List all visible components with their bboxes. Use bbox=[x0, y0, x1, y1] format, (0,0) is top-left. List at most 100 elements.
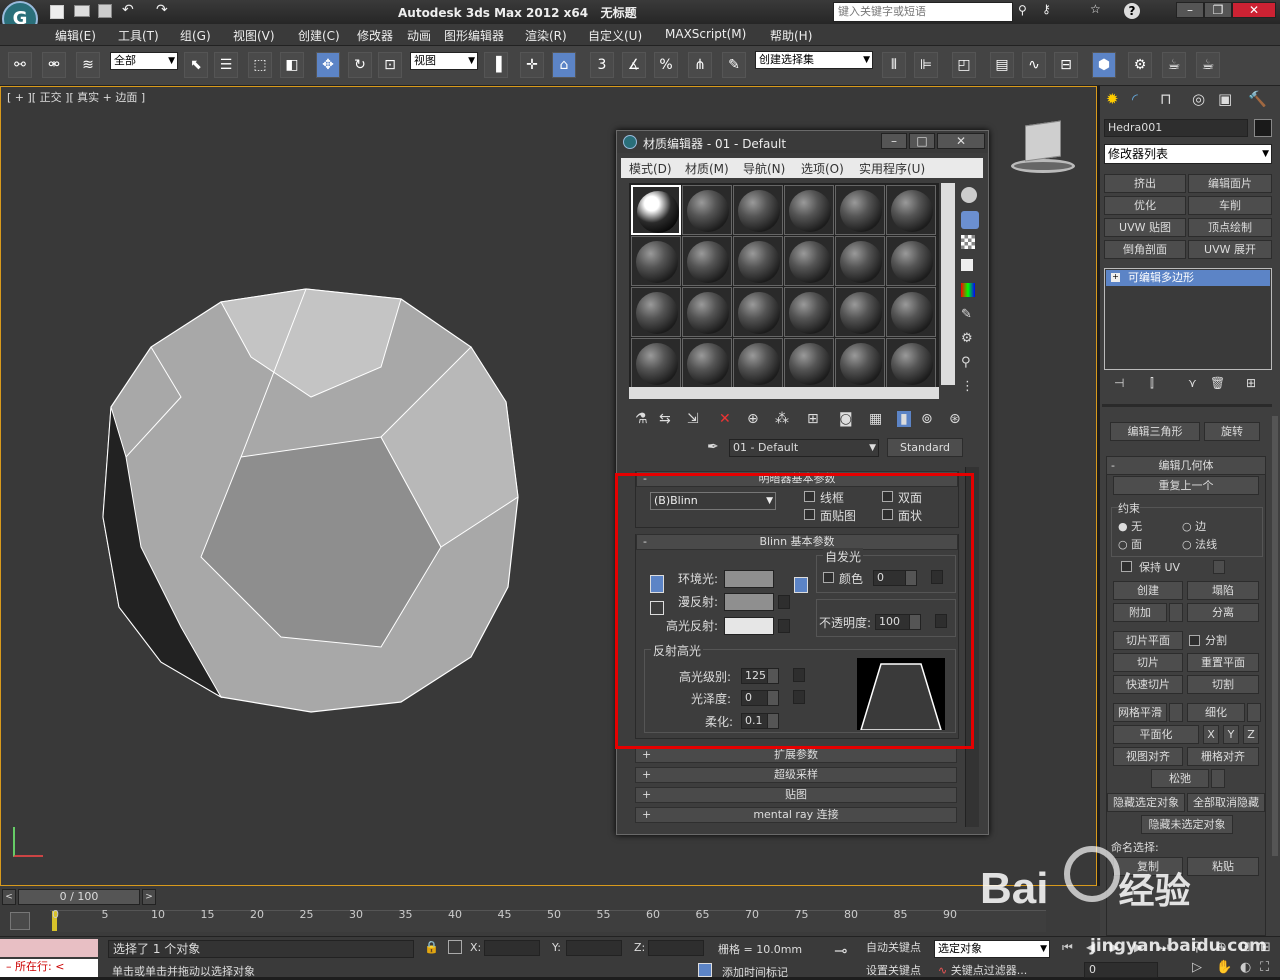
planar-z-button[interactable]: Z bbox=[1243, 725, 1259, 744]
mated-titlebar[interactable]: 材质编辑器 - 01 - Default – □ ✕ bbox=[617, 131, 988, 153]
shader-rollout-header[interactable]: - 明暗器基本参数 bbox=[636, 471, 958, 487]
angle-snap-icon[interactable]: ∡ bbox=[622, 52, 646, 78]
minimize-button[interactable]: – bbox=[1176, 2, 1204, 18]
mated-menu-utilities[interactable]: 实用程序(U) bbox=[859, 160, 925, 177]
link-icon[interactable]: ⚯ bbox=[8, 52, 32, 78]
attach-list-button[interactable] bbox=[1169, 603, 1183, 622]
mated-maximize-button[interactable]: □ bbox=[909, 133, 935, 149]
maxscript-listener[interactable] bbox=[0, 939, 98, 957]
collapse-button[interactable]: 塌陷 bbox=[1187, 581, 1259, 600]
material-map-navigator-icon[interactable]: ⋮ bbox=[961, 379, 974, 394]
planar-y-button[interactable]: Y bbox=[1223, 725, 1239, 744]
make-preview-icon[interactable]: ✎ bbox=[961, 307, 972, 322]
video-color-check-icon[interactable] bbox=[961, 283, 975, 297]
planar-x-button[interactable]: X bbox=[1203, 725, 1219, 744]
get-material-icon[interactable]: ⚗ bbox=[635, 411, 648, 427]
material-editor-window[interactable]: 材质编辑器 - 01 - Default – □ ✕ 模式(D) 材质(M) 导… bbox=[616, 130, 989, 835]
key-icon[interactable]: ⚷ bbox=[1042, 2, 1051, 16]
lock-ambient-diffuse-icon[interactable] bbox=[650, 575, 664, 593]
vertex-paint-button[interactable]: 顶点绘制 bbox=[1188, 218, 1272, 237]
menu-group[interactable]: 组(G) bbox=[180, 27, 211, 44]
relax-button[interactable]: 松弛 bbox=[1151, 769, 1209, 788]
lock-map-icon[interactable] bbox=[794, 577, 808, 593]
align-icon[interactable]: ⊫ bbox=[914, 52, 938, 78]
eyedropper-icon[interactable]: ✒ bbox=[707, 439, 719, 455]
unhide-all-button[interactable]: 全部取消隐藏 bbox=[1187, 793, 1265, 812]
sample-type-icon[interactable] bbox=[961, 187, 977, 203]
hide-selected-button[interactable]: 隐藏选定对象 bbox=[1107, 793, 1185, 812]
preserve-uv-checkbox[interactable] bbox=[1121, 561, 1132, 572]
bind-spacewarp-icon[interactable]: ≋ bbox=[76, 52, 100, 78]
make-unique-stack-icon[interactable]: ⋎ bbox=[1188, 376, 1197, 390]
menu-create[interactable]: 创建(C) bbox=[298, 27, 340, 44]
diffuse-color-swatch[interactable] bbox=[724, 593, 774, 611]
glossiness-map-button[interactable] bbox=[793, 690, 805, 704]
specular-map-button[interactable] bbox=[778, 619, 790, 633]
slice-button[interactable]: 切片 bbox=[1113, 653, 1183, 672]
rotate-icon[interactable]: ↻ bbox=[348, 52, 372, 78]
menu-maxscript[interactable]: MAXScript(M) bbox=[665, 27, 746, 41]
put-to-scene-icon[interactable]: ⇆ bbox=[659, 411, 671, 427]
make-unique-icon[interactable]: ⁂ bbox=[775, 411, 789, 427]
unwrap-uvw-button[interactable]: UVW 展开 bbox=[1188, 240, 1272, 259]
unlink-icon[interactable]: ⚮ bbox=[42, 52, 66, 78]
scale-icon[interactable]: ⊡ bbox=[378, 52, 402, 78]
sample-slot[interactable] bbox=[631, 185, 681, 235]
sample-slot[interactable] bbox=[682, 185, 732, 235]
self-illum-color-checkbox[interactable] bbox=[823, 572, 834, 583]
reset-plane-button[interactable]: 重置平面 bbox=[1187, 653, 1259, 672]
sample-slot[interactable] bbox=[835, 185, 885, 235]
detach-button[interactable]: 分离 bbox=[1187, 603, 1259, 622]
curve-editor-icon[interactable]: ∿ bbox=[1022, 52, 1046, 78]
show-end-result-stack-icon[interactable]: ⫿ bbox=[1150, 376, 1154, 391]
sample-slot[interactable] bbox=[886, 185, 936, 235]
sample-slot[interactable] bbox=[886, 287, 936, 337]
percent-snap-icon[interactable]: % bbox=[654, 52, 678, 78]
selection-filter-dropdown[interactable]: 全部 bbox=[110, 52, 178, 70]
blinn-rollout-header[interactable]: - Blinn 基本参数 bbox=[636, 534, 958, 550]
menu-help[interactable]: 帮助(H) bbox=[770, 27, 812, 44]
show-map-icon[interactable]: ▦ bbox=[869, 411, 882, 427]
abs-mode-icon[interactable] bbox=[448, 940, 462, 954]
self-illum-map-button[interactable] bbox=[931, 570, 943, 584]
mated-menu-modes[interactable]: 模式(D) bbox=[629, 160, 672, 177]
edit-named-sel-icon[interactable]: ✎ bbox=[722, 52, 746, 78]
key-mode-icon[interactable]: ⊸ bbox=[834, 941, 847, 960]
add-time-tag-label[interactable]: 添加时间标记 bbox=[722, 964, 788, 980]
move-icon[interactable]: ✥ bbox=[316, 52, 340, 78]
sample-slot[interactable] bbox=[835, 236, 885, 286]
rendered-frame-icon[interactable]: ☕ bbox=[1162, 52, 1186, 78]
modifier-list-dropdown[interactable]: 修改器列表 bbox=[1104, 144, 1272, 164]
sample-slot[interactable] bbox=[682, 287, 732, 337]
background-icon[interactable] bbox=[961, 235, 975, 249]
edit-geometry-header[interactable]: - 编辑几何体 bbox=[1106, 456, 1266, 475]
material-editor-icon[interactable]: ⬢ bbox=[1092, 52, 1116, 78]
quickslice-button[interactable]: 快速切片 bbox=[1113, 675, 1183, 694]
save-icon[interactable] bbox=[98, 4, 112, 18]
menu-edit[interactable]: 编辑(E) bbox=[55, 27, 96, 44]
mated-minimize-button[interactable]: – bbox=[881, 133, 907, 149]
ref-coord-dropdown[interactable]: 视图 bbox=[410, 52, 478, 70]
make-planar-button[interactable]: 平面化 bbox=[1113, 725, 1199, 744]
graphite-icon[interactable]: ▤ bbox=[990, 52, 1014, 78]
maps-rollout[interactable]: + 贴图 bbox=[635, 787, 957, 803]
supersampling-rollout[interactable]: + 超级采样 bbox=[635, 767, 957, 783]
menu-graph-editors[interactable]: 图形编辑器 bbox=[444, 27, 504, 44]
rect-selection-icon[interactable]: ⬚ bbox=[248, 52, 272, 78]
extended-params-rollout[interactable]: + 扩展参数 bbox=[635, 747, 957, 763]
add-time-tag-icon[interactable] bbox=[698, 963, 712, 977]
keyboard-shortcut-icon[interactable]: ⌂ bbox=[552, 52, 576, 78]
redo-icon[interactable]: ↷ bbox=[156, 2, 168, 18]
time-slider-next-button[interactable]: > bbox=[142, 889, 156, 905]
sample-slot[interactable] bbox=[682, 338, 732, 388]
tessellate-button[interactable]: 细化 bbox=[1187, 703, 1245, 722]
slots-scrollbar-h[interactable] bbox=[629, 387, 939, 399]
snap-toggle-icon[interactable]: 3 bbox=[590, 52, 614, 78]
wire-checkbox[interactable] bbox=[804, 491, 815, 502]
relax-settings-button[interactable] bbox=[1211, 769, 1225, 788]
edit-triangulation-button[interactable]: 编辑三角形 bbox=[1110, 422, 1200, 441]
glossiness-spinner[interactable]: 0 bbox=[741, 690, 779, 706]
help-button[interactable]: ? bbox=[1124, 3, 1140, 19]
material-name-field[interactable]: 01 - Default bbox=[729, 439, 879, 457]
mental-ray-rollout[interactable]: + mental ray 连接 bbox=[635, 807, 957, 823]
